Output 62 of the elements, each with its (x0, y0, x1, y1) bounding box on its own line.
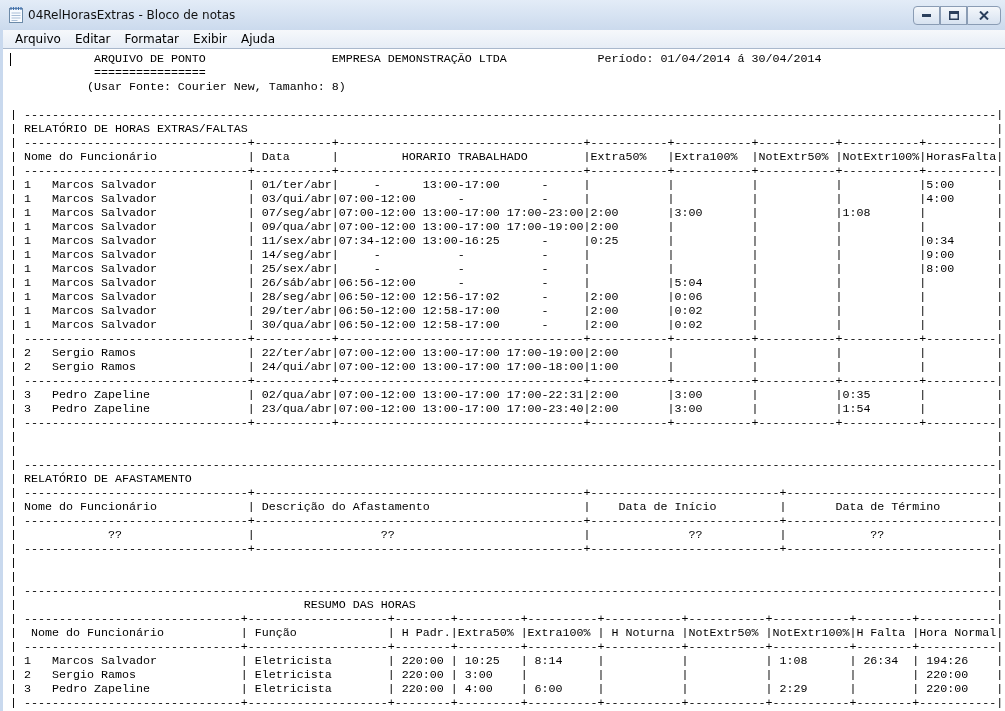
text-line: | 3 Pedro Zapeline | Eletricista | 220:00 | 4:00 | 6:00 | | | 2:29 | | 220:00 | (10, 682, 1004, 696)
menu-item[interactable]: Editar (67, 32, 118, 46)
text-line: | | (10, 444, 1004, 458)
text-line: | Nome do Funcionário | Descrição do Afastamento | Data de Início | Data de Término | (10, 500, 1004, 514)
report-period: Período: 01/04/2014 á 30/04/2014 (597, 52, 822, 66)
text-line: | 1 Marcos Salvador | 29/ter/abr|06:50-12:00 12:58-17:00 - |2:00 |0:02 | | | | (10, 304, 1004, 318)
text-line: | --------------------------------+-----------+-----------------------------------+-----------+-----------+-----------+-----------+----------| (10, 164, 1004, 178)
close-button[interactable] (967, 6, 1001, 25)
text-line: | 1 Marcos Salvador | 07/seg/abr|07:00-12:00 13:00-17:00 17:00-23:00|2:00 |3:00 | |1:08 | | (10, 206, 1004, 220)
text-line: | 1 Marcos Salvador | 09/qua/abr|07:00-12:00 13:00-17:00 17:00-19:00|2:00 | | | | | (10, 220, 1004, 234)
text-line: | RESUMO DAS HORAS | (10, 598, 1004, 612)
text-line: | 1 Marcos Salvador | 14/seg/abr| - - - | | | | |9:00 | (10, 248, 1004, 262)
text-line: | | (10, 556, 1004, 570)
text-line: | 1 Marcos Salvador | 01/ter/abr| - 13:00-17:00 - | | | | |5:00 | (10, 178, 1004, 192)
menu-item[interactable]: Formatar (117, 32, 187, 46)
text-line: | --------------------------------+-----------------------------------------------+---------------------------+------------------------------| (10, 542, 1004, 556)
text-line: | --------------------------------+-----------+-----------------------------------+-----------+-----------+-----------+-----------+----------| (10, 416, 1004, 430)
text-caret (10, 53, 11, 66)
company-name: EMPRESA DEMONSTRAÇÃO LTDA (331, 52, 508, 66)
text-line: | 3 Pedro Zapeline | 02/qua/abr|07:00-12:00 13:00-17:00 17:00-22:31|2:00 |3:00 | |0:35 | | (10, 388, 1004, 402)
text-line: | 1 Marcos Salvador | Eletricista | 220:00 | 10:25 | 8:14 | | | 1:08 | 26:34 | 194:26 | (10, 654, 1004, 668)
text-line: | RELATÓRIO DE HORAS EXTRAS/FALTAS | (10, 122, 1004, 136)
maximize-icon (948, 11, 959, 20)
text-line: | 2 Sergio Ramos | 22/ter/abr|07:00-12:00 13:00-17:00 17:00-19:00|2:00 | | | | | (10, 346, 1004, 360)
text-line: | Nome do Funcionário | Função | H Padr.|Extra50% |Extra100% | H Noturna |NotExtr50% |NotExtr100%|H Falta |Hora Normal| (10, 626, 1004, 640)
text-line: | 1 Marcos Salvador | 11/sex/abr|07:34-12:00 13:00-16:25 - |0:25 | | | |0:34 | (10, 234, 1004, 248)
minimize-button[interactable] (913, 6, 940, 25)
font-note: (Usar Fonte: Courier New, Tamanho: 8) (86, 80, 346, 94)
text-line: | ?? | ?? | ?? | ?? | (10, 528, 1004, 542)
text-line: | 2 Sergio Ramos | Eletricista | 220:00 | 3:00 | | | | | | 220:00 | (10, 668, 1004, 682)
text-line: | -------------------------------------------------------------------------------------------------------------------------------------------| (10, 108, 1004, 122)
text-line: | --------------------------------+-----------+-----------------------------------+-----------+-----------+-----------+-----------+----------| (10, 374, 1004, 388)
text-line: | --------------------------------+-----------------------------------------------+---------------------------+------------------------------| (10, 486, 1004, 500)
text-line: | -------------------------------+--------------------+--------+---------+----------+-----------+-----------+-----------+--------+-----------| (10, 612, 1004, 626)
text-line: | -------------------------------+--------------------+--------+---------+----------+-----------+-----------+-----------+--------+-----------| (10, 696, 1004, 710)
text-line: | 1 Marcos Salvador | 28/seg/abr|06:50-12:00 12:56-17:02 - |2:00 |0:06 | | | | (10, 290, 1004, 304)
window-title: 04RelHorasExtras - Bloco de notas (28, 8, 236, 22)
close-icon (979, 11, 989, 20)
text-line: | --------------------------------+-----------+-----------------------------------+-----------+-----------+-----------+-----------+----------| (10, 332, 1004, 346)
menu-item[interactable]: Arquivo (8, 32, 68, 46)
text-line: | 3 Pedro Zapeline | 23/qua/abr|07:00-12:00 13:00-17:00 17:00-23:40|2:00 |3:00 | |1:54 | | (10, 402, 1004, 416)
menu-item[interactable]: Ajuda (233, 32, 283, 46)
text-line: | -------------------------------------------------------------------------------------------------------------------------------------------| (10, 458, 1004, 472)
report-title: ARQUIVO DE PONTO (93, 52, 207, 66)
text-line: | --------------------------------+-----------------------------------------------+---------------------------+------------------------------| (10, 514, 1004, 528)
text-line: | | (10, 430, 1004, 444)
title-underline: ================ (93, 66, 206, 80)
notepad-icon (9, 5, 23, 23)
text-line: | 1 Marcos Salvador | 25/sex/abr| - - - | | | | |8:00 | (10, 262, 1004, 276)
menu-item[interactable]: Exibir (186, 32, 234, 46)
text-line: | | (10, 570, 1004, 584)
minimize-icon (922, 14, 931, 17)
text-line: | 2 Sergio Ramos | 24/qui/abr|07:00-12:00 13:00-17:00 17:00-18:00|1:00 | | | | | (10, 360, 1004, 374)
text-line: | -------------------------------------------------------------------------------------------------------------------------------------------| (10, 584, 1004, 598)
text-line: | Nome do Funcionário | Data | HORARIO TRABALHADO |Extra50% |Extra100% |NotExtr50% |NotExtr100%|HorasFalta| (10, 150, 1004, 164)
text-line: | 1 Marcos Salvador | 30/qua/abr|06:50-12:00 12:58-17:00 - |2:00 |0:02 | | | | (10, 318, 1004, 332)
text-line: | --------------------------------+-----------+-----------------------------------+-----------+-----------+-----------+-----------+----------| (10, 136, 1004, 150)
text-line: | 1 Marcos Salvador | 26/sáb/abr|06:56-12:00 - - | |5:04 | | | | (10, 276, 1004, 290)
text-line: | -------------------------------+--------------------+--------+---------+----------+-----------+-----------+-----------+--------+-----------| (10, 640, 1004, 654)
maximize-button[interactable] (940, 6, 967, 25)
text-line: | RELATÓRIO DE AFASTAMENTO | (10, 472, 1004, 486)
text-line: | 1 Marcos Salvador | 03/qui/abr|07:00-12:00 - - | | | | |4:00 | (10, 192, 1004, 206)
